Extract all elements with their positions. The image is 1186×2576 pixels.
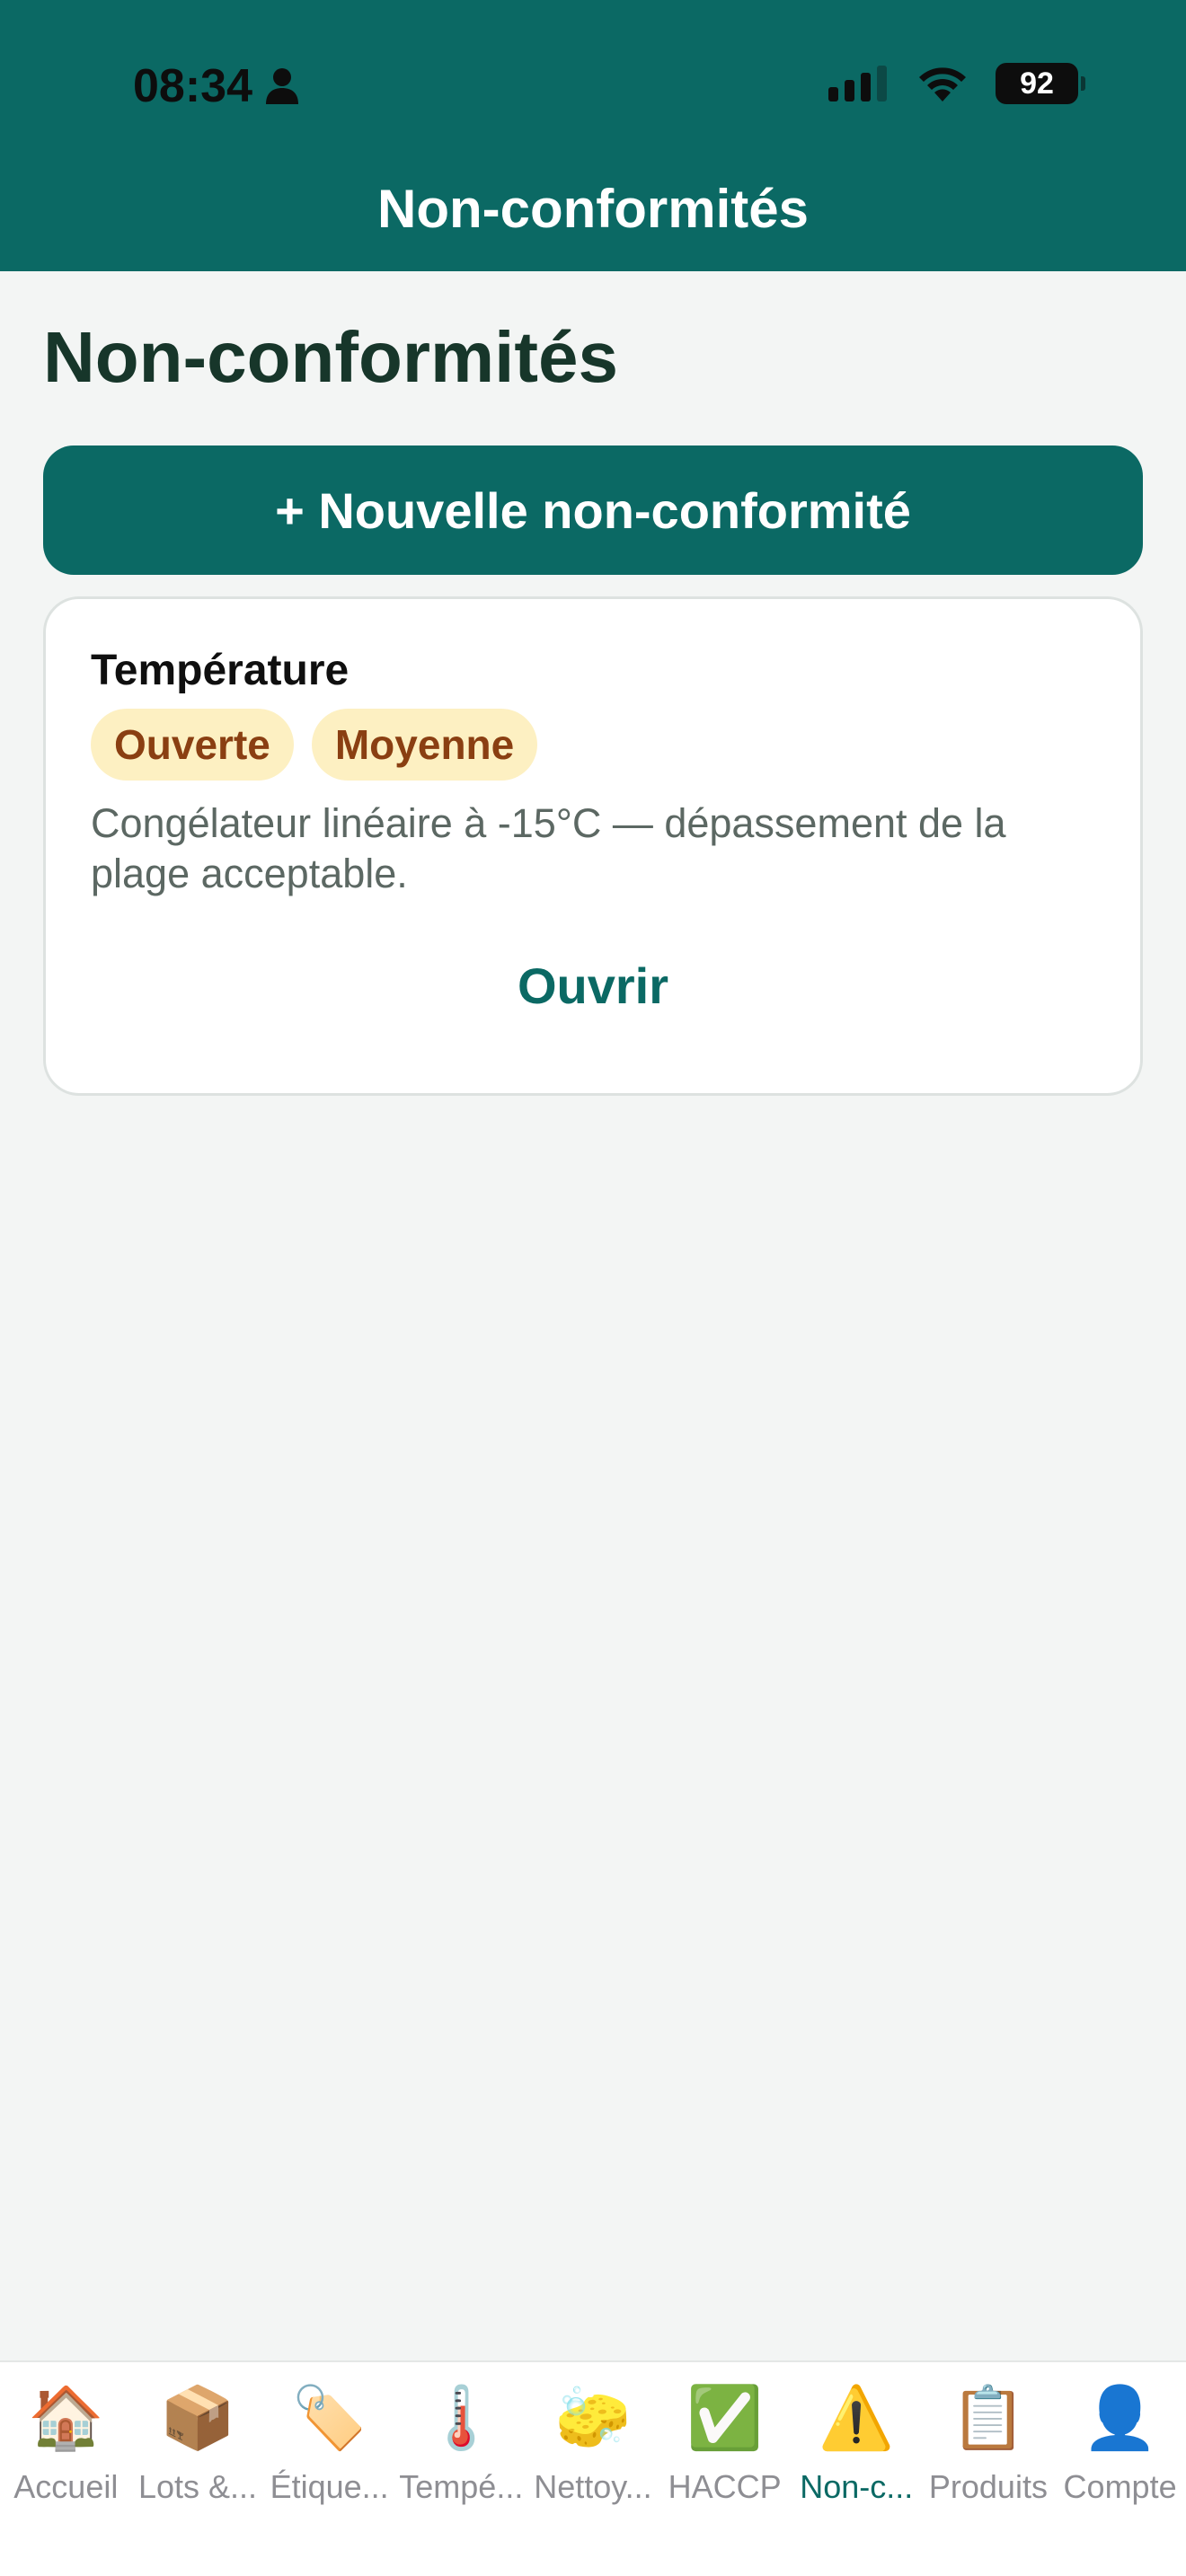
status-bar-time: 08:34 [133,59,299,113]
tab-compte[interactable]: 👤 Compte [1054,2362,1186,2576]
tab-label: Non-c... [800,2468,914,2505]
check-mark-icon: ✅ [686,2384,763,2452]
warning-icon: ⚠️ [818,2384,895,2452]
status-bar-indicators: 92 [827,63,1085,104]
person-icon [266,68,298,104]
navigation-title: Non-conformités [377,179,809,239]
clipboard-icon: 📋 [950,2384,1027,2452]
tab-temperatures[interactable]: 🌡️ Tempé... [395,2362,527,2576]
battery-indicator: 92 [996,63,1085,104]
tab-non-conformites[interactable]: ⚠️ Non-c... [791,2362,923,2576]
package-icon: 📦 [159,2384,236,2452]
page-title: Non-conformités [43,317,618,397]
card-title: Température [91,647,350,694]
tab-accueil[interactable]: 🏠 Accueil [0,2362,132,2576]
cellular-signal-icon [828,66,887,101]
tab-label: HACCP [668,2468,782,2505]
tab-label: Lots &... [137,2468,258,2505]
tab-nettoyage[interactable]: 🧽 Nettoy... [527,2362,659,2576]
tab-label: Compte [1063,2468,1177,2505]
severity-badge: Moyenne [311,709,538,781]
tab-label: Nettoy... [534,2468,652,2505]
card-description: Congélateur linéaire à -15°C — dépasseme… [91,800,1006,896]
new-non-conformity-button[interactable]: + Nouvelle non-conformité [43,446,1143,575]
non-conformity-card[interactable]: Température Ouverte Moyenne Congélateur … [43,596,1143,1096]
app-header: 08:34 92 Non-conformités [0,0,1186,271]
open-button[interactable]: Ouvrir [46,957,1140,1015]
tab-label: Accueil [13,2468,119,2505]
tab-label: Produits [928,2468,1048,2505]
thermometer-icon: 🌡️ [422,2384,500,2452]
house-icon: 🏠 [27,2384,104,2452]
tab-haccp[interactable]: ✅ HACCP [659,2362,791,2576]
tab-label: Tempé... [399,2468,524,2505]
status-badge: Ouverte [91,709,294,781]
tab-etiquettes[interactable]: 🏷️ Étique... [263,2362,395,2576]
tab-bar: 🏠 Accueil 📦 Lots &... 🏷️ Étique... 🌡️ Te… [0,2360,1186,2576]
status-badges: Ouverte Moyenne [91,709,538,781]
user-icon: 👤 [1082,2384,1158,2452]
wifi-icon [919,67,966,101]
tab-label: Étique... [270,2468,389,2505]
tab-lots[interactable]: 📦 Lots &... [132,2362,264,2576]
tab-produits[interactable]: 📋 Produits [923,2362,1055,2576]
sponge-icon: 🧽 [554,2384,632,2452]
label-tag-icon: 🏷️ [291,2384,367,2452]
